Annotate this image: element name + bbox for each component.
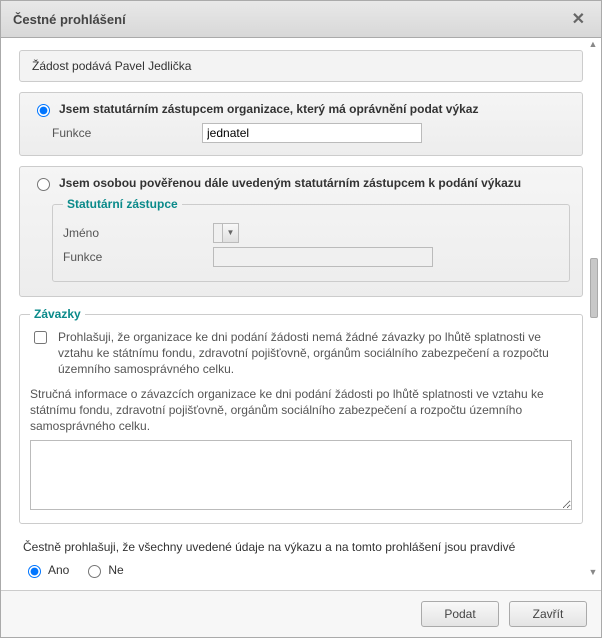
zavazky-info-text: Stručná informace o závazcích organizace…	[30, 386, 572, 435]
dialog: Čestné prohlášení ✕ Žádost podává Pavel …	[0, 0, 602, 638]
close-icon[interactable]: ✕	[568, 9, 589, 29]
dialog-body: Žádost podává Pavel Jedlička Jsem statut…	[1, 38, 601, 578]
zavazky-checkbox-text: Prohlašuji, že organizace ke dni podání …	[58, 329, 572, 378]
statutory-panel: Jsem statutárním zástupcem organizace, k…	[19, 92, 583, 156]
submitter-text: Žádost podává Pavel Jedlička	[32, 59, 191, 73]
radio-statutory[interactable]	[37, 104, 50, 117]
zavazky-textarea[interactable]	[30, 440, 572, 510]
zavazky-checkbox[interactable]	[34, 331, 47, 344]
submitter-panel: Žádost podává Pavel Jedlička	[19, 50, 583, 82]
statutory-rep-fieldset: Statutární zástupce Jméno ▼ Funkce	[52, 197, 570, 282]
radio-authorized[interactable]	[37, 178, 50, 191]
radio-no[interactable]	[88, 565, 101, 578]
zavazky-legend: Závazky	[30, 307, 85, 321]
funkce-label-1: Funkce	[52, 126, 202, 140]
funkce-label-2: Funkce	[63, 250, 213, 264]
statutory-rep-legend: Statutární zástupce	[63, 197, 182, 211]
funkce-input-1[interactable]	[202, 123, 422, 143]
scroll-thumb[interactable]	[590, 258, 598, 318]
close-button[interactable]: Zavřít	[509, 601, 587, 627]
zavazky-fieldset: Závazky Prohlašuji, že organizace ke dni…	[19, 307, 583, 524]
scroll-down-icon[interactable]: ▼	[588, 566, 598, 578]
radio-yes-label: Ano	[48, 563, 69, 577]
radio-yes-wrap[interactable]: Ano	[23, 562, 69, 578]
authorized-panel: Jsem osobou pověřenou dále uvedeným stat…	[19, 166, 583, 297]
scroll-up-icon[interactable]: ▲	[588, 38, 598, 50]
jmeno-combo[interactable]: ▼	[213, 223, 239, 243]
truth-radio-group: Ano Ne	[23, 562, 579, 578]
radio-statutory-label: Jsem statutárním zástupcem organizace, k…	[59, 102, 478, 116]
radio-yes[interactable]	[28, 565, 41, 578]
submit-button[interactable]: Podat	[421, 601, 499, 627]
scrollbar[interactable]: ▲ ▼	[588, 38, 598, 578]
jmeno-combo-input[interactable]	[214, 224, 222, 242]
radio-authorized-label: Jsem osobou pověřenou dále uvedeným stat…	[59, 176, 521, 190]
funkce-input-2[interactable]	[213, 247, 433, 267]
jmeno-label: Jméno	[63, 226, 213, 240]
chevron-down-icon[interactable]: ▼	[222, 224, 238, 242]
dialog-title: Čestné prohlášení	[13, 12, 126, 27]
radio-no-label: Ne	[108, 563, 123, 577]
declaration-text: Čestně prohlašuji, že všechny uvedené úd…	[23, 540, 579, 554]
dialog-footer: Podat Zavřít	[1, 590, 601, 637]
titlebar: Čestné prohlášení ✕	[1, 1, 601, 38]
radio-no-wrap[interactable]: Ne	[83, 562, 123, 578]
